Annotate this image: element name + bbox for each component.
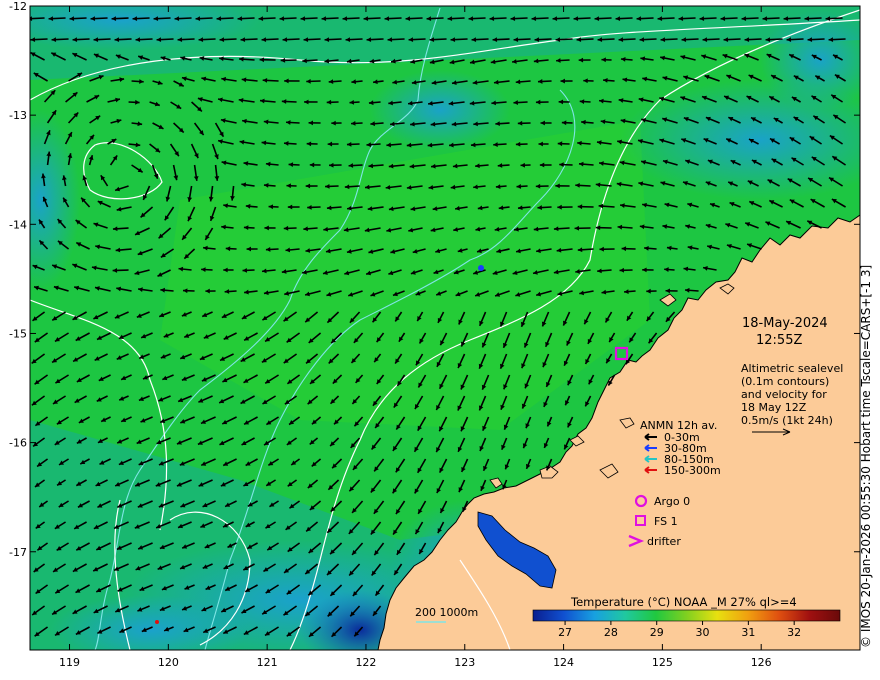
svg-text:18 May 12Z: 18 May 12Z <box>741 401 807 414</box>
lat-tick-label: -13 <box>9 109 27 122</box>
ocean-current-map: 119 120 121 122 123 124 125 126 -12 -13 -14 -15 -16… <box>9 0 861 669</box>
svg-text:and velocity for: and velocity for <box>741 388 827 401</box>
credit-text: © IMOS 20-Jan-2026 00:55:30 Hobart time … <box>859 265 873 648</box>
colorbar-tick-label: 32 <box>787 626 801 639</box>
lon-tick-label: 124 <box>553 656 574 669</box>
svg-text:200 1000m: 200 1000m <box>415 606 478 619</box>
colorbar-tick-label: 28 <box>604 626 618 639</box>
map-panel <box>30 6 860 650</box>
lat-tick-label: -16 <box>9 437 27 450</box>
credit-text-box: © IMOS 20-Jan-2026 00:55:30 Hobart time … <box>859 265 873 648</box>
lat-tick-label: -15 <box>9 327 27 340</box>
argo-legend-label: Argo 0 <box>654 495 690 508</box>
lat-tick-label: -14 <box>9 218 27 231</box>
colorbar-tick-label: 29 <box>650 626 664 639</box>
colorbar-tick-label: 27 <box>558 626 572 639</box>
drifter-legend-label: drifter <box>647 535 681 548</box>
map-date: 18-May-2024 <box>742 316 828 331</box>
colorbar-tick-label: 31 <box>741 626 755 639</box>
svg-text:Altimetric sealevel: Altimetric sealevel <box>741 362 843 375</box>
cool-patch <box>30 110 80 290</box>
colorbar-bar <box>532 609 841 622</box>
lon-tick-label: 123 <box>454 656 475 669</box>
colorbar-title: Temperature (°C) NOAA _M 27% ql>=4 <box>570 595 797 609</box>
map-time: 12:55Z <box>756 333 802 348</box>
lon-tick-label: 120 <box>158 656 179 669</box>
cool-patch <box>50 595 250 650</box>
lon-tick-label: 119 <box>59 656 80 669</box>
colorbar-tick-label: 30 <box>696 626 710 639</box>
fs-legend-label: FS 1 <box>654 515 678 528</box>
mooring-marker[interactable] <box>155 620 159 624</box>
lon-tick-label: 126 <box>751 656 772 669</box>
lon-tick-label: 121 <box>257 656 278 669</box>
lat-tick-label: -17 <box>9 546 27 559</box>
lon-tick-label: 122 <box>355 656 376 669</box>
svg-text:(0.1m contours): (0.1m contours) <box>741 375 829 388</box>
depth-legend-label: 150-300m <box>664 464 721 477</box>
lon-tick-label: 125 <box>652 656 673 669</box>
svg-text:0.5m/s (1kt 24h): 0.5m/s (1kt 24h) <box>741 414 833 427</box>
mooring-marker[interactable] <box>478 265 484 271</box>
lat-tick-label: -12 <box>9 0 27 13</box>
